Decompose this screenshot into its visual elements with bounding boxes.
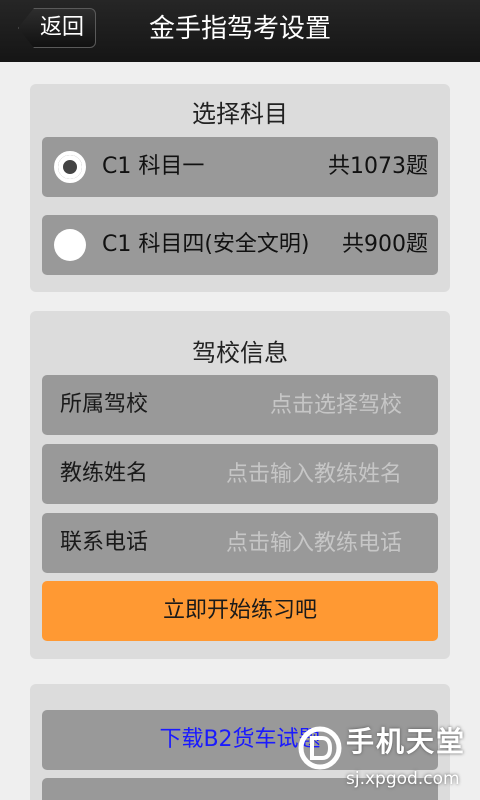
subject-option-label: C1 科目一: [102, 154, 205, 179]
radio-checked-icon[interactable]: [54, 151, 86, 183]
coach-name-label: 教练姓名: [60, 461, 149, 486]
subject-option-c1-subject4[interactable]: C1 科目四(安全文明) 共900题: [42, 215, 438, 275]
coach-name-row[interactable]: 教练姓名: [42, 444, 438, 504]
driving-school-panel-title: 驾校信息: [192, 339, 288, 367]
school-select-field[interactable]: [182, 390, 402, 420]
watermark-url: sj.xpgod.com: [346, 769, 460, 789]
subject-option-label: C1 科目四(安全文明): [102, 232, 310, 257]
subject-panel-title: 选择科目: [192, 100, 288, 128]
question-count: 共1073题: [328, 154, 428, 179]
coach-phone-label: 联系电话: [60, 530, 149, 555]
title-bar: 返回 金手指驾考设置: [0, 0, 480, 62]
school-field-label: 所属驾校: [60, 392, 149, 417]
page-title: 金手指驾考设置: [148, 14, 331, 44]
watermark: 手机天堂 sj.xpgod.com: [298, 718, 480, 800]
question-count: 共900题: [342, 232, 428, 257]
school-select-row[interactable]: 所属驾校: [42, 375, 438, 435]
start-practice-button[interactable]: 立即开始练习吧: [42, 581, 438, 641]
back-button-label[interactable]: 返回: [40, 14, 84, 42]
driving-school-panel: 驾校信息 所属驾校 教练姓名 联系电话 立即开始练习吧: [30, 311, 450, 659]
coach-phone-input[interactable]: [182, 528, 402, 558]
coach-name-input[interactable]: [182, 459, 402, 489]
subject-option-c1-subject1[interactable]: C1 科目一 共1073题: [42, 137, 438, 197]
watermark-logo-icon: [298, 726, 342, 770]
subject-panel: 选择科目 C1 科目一 共1073题 C1 科目四(安全文明) 共900题: [30, 84, 450, 292]
coach-phone-row[interactable]: 联系电话: [42, 513, 438, 573]
radio-unchecked-icon[interactable]: [54, 229, 86, 261]
watermark-text: 手机天堂: [346, 725, 467, 758]
